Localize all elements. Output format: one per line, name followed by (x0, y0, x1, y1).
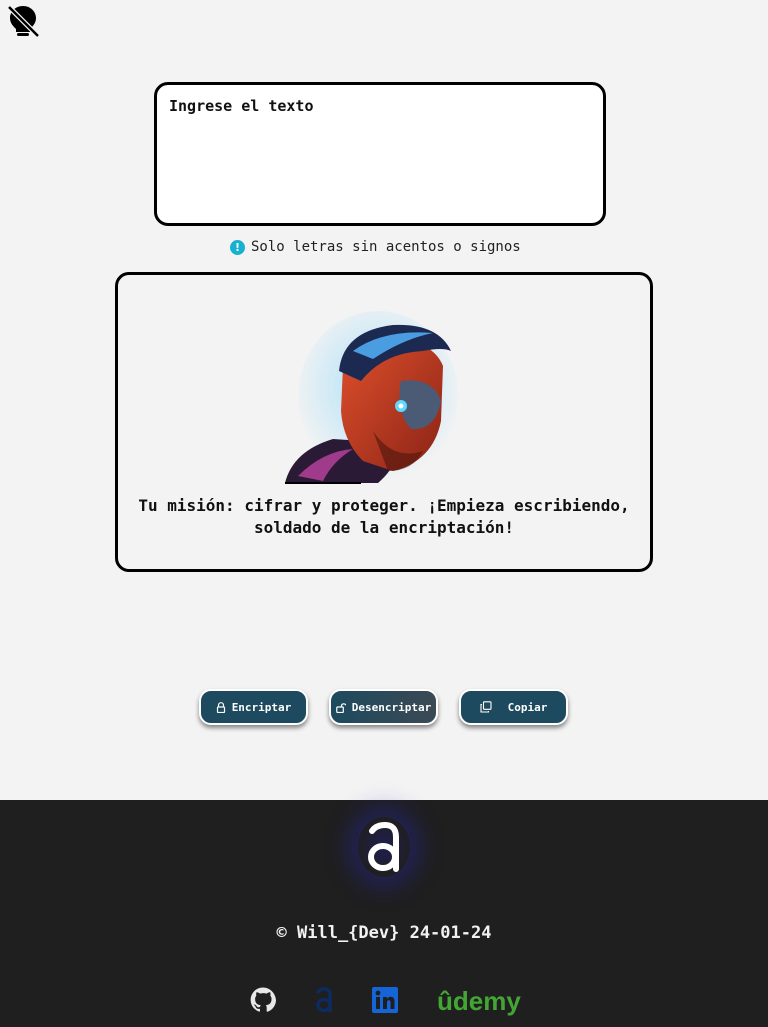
info-icon: ! (230, 239, 245, 255)
unlock-icon (335, 702, 346, 713)
linkedin-icon (372, 987, 398, 1013)
copy-button[interactable]: Copiar (459, 689, 568, 725)
footer-logo (358, 817, 410, 877)
output-panel: Tu misión: cifrar y proteger. ¡Empieza e… (115, 272, 653, 572)
portfolio-a-icon (316, 987, 332, 1013)
footer-copyright: © Will_{Dev} 24-01-24 (276, 923, 492, 943)
svg-text:ûdemy: ûdemy (437, 986, 521, 1016)
udemy-link[interactable]: ûdemy (437, 983, 521, 1017)
hint-text: Solo letras sin acentos o signos (251, 239, 521, 255)
terminator-avatar (285, 311, 458, 484)
copy-button-label: Copiar (507, 700, 548, 714)
lightbulb-off-icon (7, 5, 40, 38)
theme-toggle-button[interactable] (6, 3, 40, 39)
footer: © Will_{Dev} 24-01-24 ûdemy (0, 800, 768, 1027)
input-hint: ! Solo letras sin acentos o signos (230, 237, 521, 257)
encrypt-button-label: Encriptar (231, 700, 292, 714)
output-message: Tu misión: cifrar y proteger. ¡Empieza e… (138, 496, 630, 537)
text-input[interactable] (157, 85, 603, 223)
linkedin-link[interactable] (372, 983, 398, 1017)
lock-icon (216, 701, 225, 713)
copy-icon (480, 701, 492, 713)
udemy-icon: ûdemy (437, 986, 521, 1016)
github-link[interactable] (250, 983, 276, 1017)
encrypt-button[interactable]: Encriptar (199, 689, 308, 725)
text-input-container (154, 82, 606, 226)
portfolio-a-logo-icon (368, 821, 399, 872)
decrypt-button[interactable]: Desencriptar (329, 689, 438, 725)
portfolio-link[interactable] (312, 983, 336, 1017)
decrypt-button-label: Desencriptar (351, 700, 432, 714)
github-icon (250, 987, 276, 1012)
